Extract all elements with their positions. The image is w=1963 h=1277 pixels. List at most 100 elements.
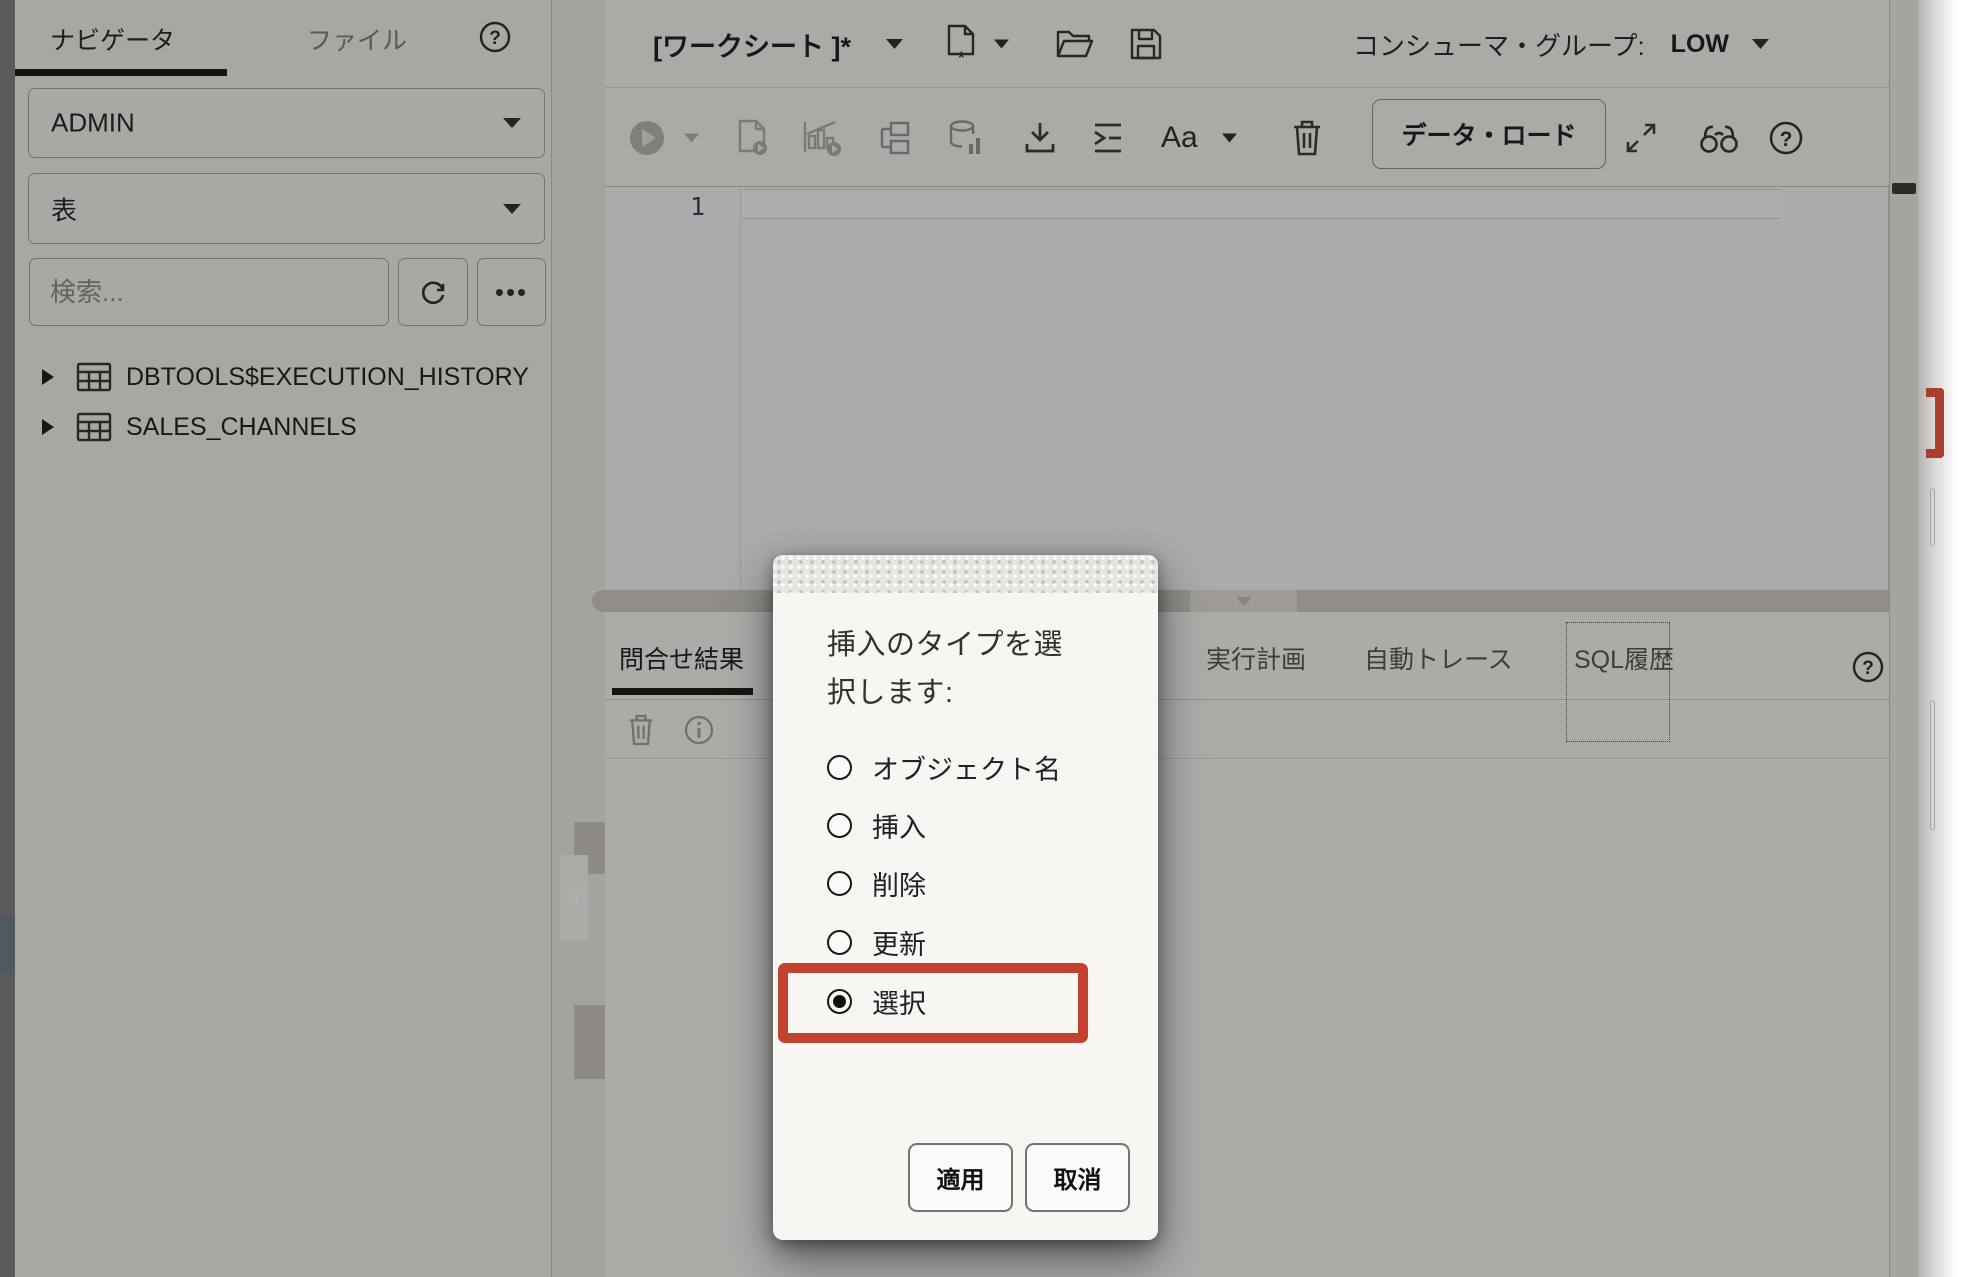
autotrace-icon[interactable] [947, 118, 985, 158]
data-load-button[interactable]: データ・ロード [1372, 99, 1606, 169]
consumer-group-label: コンシューマ・グループ: [1353, 26, 1645, 63]
table-icon [76, 412, 112, 442]
object-type-select-value: 表 [51, 190, 77, 227]
radio-label: オブジェクト名 [872, 748, 1061, 787]
save-icon[interactable] [1129, 27, 1163, 61]
dialog-title: 挿入のタイプを選 択します: [827, 621, 1127, 717]
svg-text:?: ? [1780, 128, 1793, 151]
run-menu-caret[interactable] [683, 132, 700, 143]
info-icon[interactable] [683, 714, 715, 746]
radio-icon[interactable] [827, 871, 852, 896]
tree-item-table[interactable]: DBTOOLS$EXECUTION_HISTORY [15, 356, 552, 398]
dialog-title-line1: 挿入のタイプを選 [827, 621, 1127, 669]
cancel-button[interactable]: 取消 [1025, 1143, 1130, 1212]
download-icon[interactable] [1022, 120, 1058, 156]
active-results-tab-underline [612, 688, 753, 695]
selected-option-highlight-annotation [778, 963, 1088, 1043]
vertical-splitter[interactable] [552, 0, 605, 1277]
consumer-group-control: コンシューマ・グループ: LOW [1353, 0, 1770, 88]
sql-editor[interactable]: 1 [605, 187, 1890, 592]
svg-text:?: ? [489, 28, 501, 49]
scrollbar-thumb[interactable] [574, 1005, 605, 1079]
worksheet-selector[interactable]: [ワークシート ]* [653, 0, 904, 88]
run-script-icon[interactable] [736, 118, 772, 158]
search-input[interactable] [30, 259, 388, 325]
worksheet-toolbar-actions: Aa データ・ロード [605, 89, 1890, 187]
gutter-divider [740, 187, 741, 592]
apply-button[interactable]: 適用 [908, 1143, 1013, 1212]
chevron-down-icon[interactable] [1751, 38, 1770, 50]
radio-label: 削除 [872, 864, 926, 903]
font-size-button[interactable]: Aa [1161, 121, 1198, 155]
chevron-down-icon [885, 38, 904, 50]
radio-option-update[interactable]: 更新 [827, 924, 926, 960]
current-line-highlight [742, 189, 1781, 219]
plan-hierarchy-icon[interactable] [876, 120, 914, 156]
radio-label: 選択 [872, 982, 926, 1021]
clear-results-trash-icon[interactable] [627, 713, 655, 747]
dialog-drag-grip[interactable] [773, 555, 1158, 593]
font-menu-caret[interactable] [1221, 132, 1238, 143]
refresh-icon [417, 276, 449, 308]
clipped-red-annotation [1926, 388, 1944, 458]
tab-explain-plan[interactable]: 実行計画 [1206, 640, 1306, 676]
radio-option-delete[interactable]: 削除 [827, 865, 926, 901]
edge-fragment [1930, 700, 1935, 830]
dialog-title-line2: 択します: [827, 669, 1127, 717]
run-statement-button[interactable] [628, 119, 666, 157]
tree-item-table[interactable]: SALES_CHANNELS [15, 406, 552, 448]
triangle-down-icon [1235, 596, 1253, 607]
table-name: SALES_CHANNELS [126, 413, 357, 442]
explain-plan-icon[interactable] [801, 118, 843, 158]
worksheet-toolbar-top: [ワークシート ]* * [605, 0, 1890, 88]
expand-triangle-icon[interactable] [40, 417, 62, 437]
window-left-edge [0, 0, 15, 1277]
ellipsis-icon: ••• [495, 277, 528, 308]
svg-text:*: * [958, 48, 965, 65]
radio-icon[interactable] [827, 755, 852, 780]
consumer-group-value[interactable]: LOW [1671, 30, 1729, 59]
object-type-select[interactable]: 表 [28, 173, 545, 244]
page-scrollbar-thumb[interactable] [1892, 183, 1916, 194]
screen-right-margin [1918, 0, 1963, 1277]
new-worksheet-menu-caret[interactable] [993, 38, 1010, 49]
font-size-label: Aa [1161, 121, 1198, 155]
insert-type-dialog: 挿入のタイプを選 択します: オブジェクト名 挿入 削除 更新 選択 適用 取消 [773, 555, 1158, 1240]
radio-label: 挿入 [872, 806, 926, 845]
tab-query-result[interactable]: 問合せ結果 [619, 640, 744, 676]
schema-select-value: ADMIN [51, 108, 135, 139]
more-actions-button[interactable]: ••• [477, 258, 546, 326]
navigator-sidebar: ナビゲータ ファイル ? ADMIN 表 [15, 0, 552, 1277]
radio-icon-checked[interactable] [827, 989, 852, 1014]
new-worksheet-button[interactable]: * [945, 23, 979, 65]
edge-fragment [1930, 488, 1935, 546]
maximize-icon[interactable] [1624, 121, 1658, 155]
worksheet-help-icon[interactable]: ? [1768, 120, 1804, 156]
worksheet-title: [ワークシート ]* [653, 25, 851, 64]
radio-option-object-name[interactable]: オブジェクト名 [827, 749, 1061, 785]
radio-icon[interactable] [827, 930, 852, 955]
svg-text:?: ? [1862, 658, 1874, 679]
radio-option-select[interactable]: 選択 [827, 983, 926, 1019]
table-icon [76, 362, 112, 392]
radio-icon[interactable] [827, 813, 852, 838]
schema-select[interactable]: ADMIN [28, 88, 545, 158]
tab-files[interactable]: ファイル [307, 21, 407, 57]
open-file-icon[interactable] [1055, 28, 1095, 60]
search-box [29, 258, 389, 326]
expand-triangle-icon[interactable] [40, 367, 62, 387]
find-binoculars-icon[interactable] [1699, 121, 1739, 155]
radio-option-insert[interactable]: 挿入 [827, 807, 926, 843]
collapse-results-handle[interactable] [1190, 590, 1297, 612]
collapse-sidebar-handle[interactable] [560, 855, 588, 941]
trash-icon[interactable] [1291, 119, 1323, 157]
sidebar-help-icon[interactable]: ? [478, 20, 512, 54]
refresh-button[interactable] [398, 258, 468, 326]
tab-autotrace[interactable]: 自動トレース [1364, 640, 1513, 676]
results-help-icon[interactable]: ? [1851, 650, 1885, 684]
active-tab-underline [15, 69, 227, 76]
format-code-icon[interactable] [1089, 121, 1127, 155]
tab-navigator[interactable]: ナビゲータ [50, 21, 175, 57]
triangle-left-icon [567, 888, 581, 908]
tab-sql-history[interactable]: SQL履歴 [1574, 640, 1674, 676]
